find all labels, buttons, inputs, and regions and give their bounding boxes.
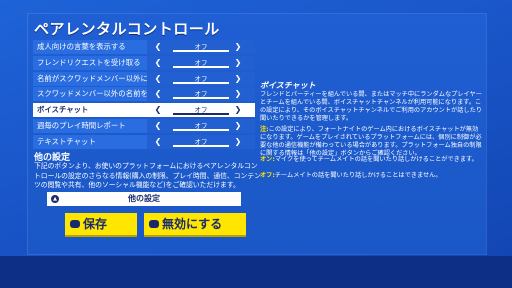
other-settings-button[interactable]: ▲ 他の設定 — [47, 192, 241, 206]
disable-button[interactable]: 無効にする — [144, 213, 246, 235]
setting-label: テキストチャット — [37, 136, 96, 146]
chevron-left-icon[interactable]: ❮ — [153, 136, 163, 148]
setting-row[interactable]: 成人向けの言葉を表示する ❮ オフ ❯ — [33, 40, 255, 54]
save-button-label: 保存 — [83, 217, 108, 231]
chevron-right-icon[interactable]: ❯ — [233, 73, 243, 85]
info-option-text: マイクを使ってチームメイトの話を聞いたり話しかけることができます。 — [274, 156, 478, 163]
chevron-right-icon[interactable]: ❯ — [233, 88, 243, 100]
info-option-text: チームメイトの話を聞いたり話しかけることはできません。 — [274, 172, 442, 179]
other-settings-button-label: 他の設定 — [128, 194, 160, 203]
controller-button-icon — [149, 220, 159, 228]
setting-label: 名前がスクワッドメンバー以外に表示 — [37, 73, 163, 83]
triangle-button-icon: ▲ — [51, 195, 59, 203]
value-bar — [173, 144, 229, 147]
value-bar — [173, 81, 229, 84]
disable-button-label: 無効にする — [162, 217, 223, 231]
info-description: フレンドとパーティーを組んでいる間、またはマッチ中にランダムなプレイヤーとチーム… — [260, 91, 482, 122]
settings-list: 成人向けの言葉を表示する ❮ オフ ❯ フレンドリクエストを受け取る ❮ オフ … — [33, 40, 255, 151]
setting-label: ボイスチャット — [37, 105, 89, 115]
chevron-left-icon[interactable]: ❮ — [153, 73, 163, 85]
chevron-left-icon[interactable]: ❮ — [153, 57, 163, 69]
chevron-left-icon[interactable]: ❮ — [153, 88, 163, 100]
value-bar — [173, 128, 229, 131]
setting-row[interactable]: テキストチャット ❮ オフ ❯ — [33, 134, 255, 149]
info-title: ボイスチャット — [260, 81, 316, 90]
setting-row[interactable]: 名前がスクワッドメンバー以外に表示 ❮ オフ ❯ — [33, 71, 255, 86]
chevron-right-icon[interactable]: ❯ — [233, 57, 243, 69]
chevron-right-icon[interactable]: ❯ — [233, 104, 243, 116]
setting-row[interactable]: 週毎のプレイ時間レポート ❮ オフ ❯ — [33, 118, 255, 133]
bottom-band — [0, 256, 512, 288]
chevron-left-icon[interactable]: ❮ — [153, 104, 163, 116]
info-option-off: オフ:チームメイトの話を聞いたり話しかけることはできません。 — [260, 172, 482, 180]
setting-row-voice-chat[interactable]: ボイスチャット ❮ オフ ❯ — [33, 103, 255, 118]
other-settings-description: 下記のボタンより、お使いのプラットフォームにおけるペアレンタルコントロールの設定… — [34, 162, 261, 189]
info-note-text: この設定により、フォートナイトのゲーム内におけるボイスチャットが無効になります。… — [260, 126, 482, 157]
setting-label: フレンドリクエストを受け取る — [37, 57, 141, 67]
setting-label: スクワッドメンバー以外の名前を表示 — [37, 89, 163, 99]
setting-row[interactable]: フレンドリクエストを受け取る ❮ オフ ❯ — [33, 55, 255, 70]
setting-row[interactable]: スクワッドメンバー以外の名前を表示 ❮ オフ ❯ — [33, 87, 255, 102]
info-note: 注:この設定により、フォートナイトのゲーム内におけるボイスチャットが無効になりま… — [260, 126, 482, 158]
save-button[interactable]: 保存 — [65, 213, 137, 235]
chevron-left-icon[interactable]: ❮ — [153, 120, 163, 132]
controller-button-icon — [70, 220, 80, 228]
info-option-on: オン:マイクを使ってチームメイトの話を聞いたり話しかけることができます。 — [260, 156, 482, 164]
setting-label: 成人向けの言葉を表示する — [37, 42, 126, 51]
value-bar — [173, 113, 229, 116]
value-bar — [173, 97, 229, 100]
page-title: ペアレンタルコントロール — [34, 20, 220, 38]
value-bar — [173, 50, 229, 52]
info-option-key: オン: — [260, 156, 275, 163]
chevron-right-icon[interactable]: ❯ — [233, 136, 243, 148]
info-note-key: 注: — [260, 126, 269, 133]
chevron-left-icon[interactable]: ❮ — [153, 41, 163, 53]
chevron-right-icon[interactable]: ❯ — [233, 41, 243, 53]
setting-label: 週毎のプレイ時間レポート — [37, 120, 126, 130]
value-bar — [173, 65, 229, 68]
info-option-key: オフ: — [260, 172, 275, 179]
chevron-right-icon[interactable]: ❯ — [233, 120, 243, 132]
